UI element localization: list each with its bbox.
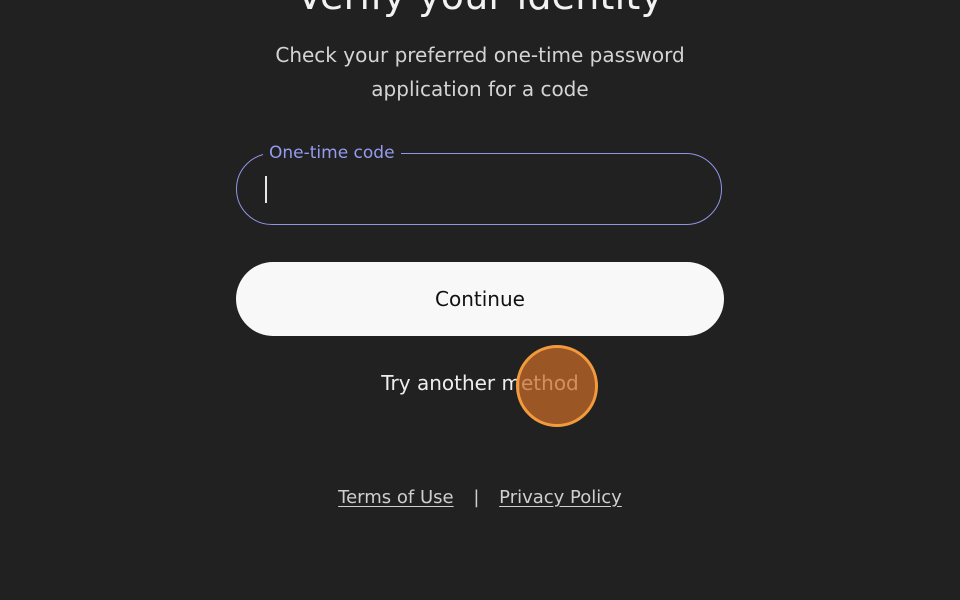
page-subtitle: Check your preferred one-time password a…: [275, 43, 685, 101]
terms-of-use-link[interactable]: Terms of Use: [338, 487, 453, 508]
continue-button[interactable]: Continue: [236, 262, 724, 336]
otp-field-label: One-time code: [263, 142, 401, 164]
otp-field[interactable]: One-time code: [236, 142, 722, 225]
text-caret: [265, 176, 267, 203]
otp-input[interactable]: [261, 170, 691, 208]
privacy-policy-link[interactable]: Privacy Policy: [499, 487, 622, 508]
verify-identity-page: Verify your identity Check your preferre…: [0, 0, 960, 600]
footer-separator: |: [473, 487, 480, 508]
try-another-method-link[interactable]: Try another method: [330, 368, 630, 398]
footer-links: Terms of Use | Privacy Policy: [0, 485, 960, 511]
page-title: Verify your identity: [0, 0, 960, 18]
